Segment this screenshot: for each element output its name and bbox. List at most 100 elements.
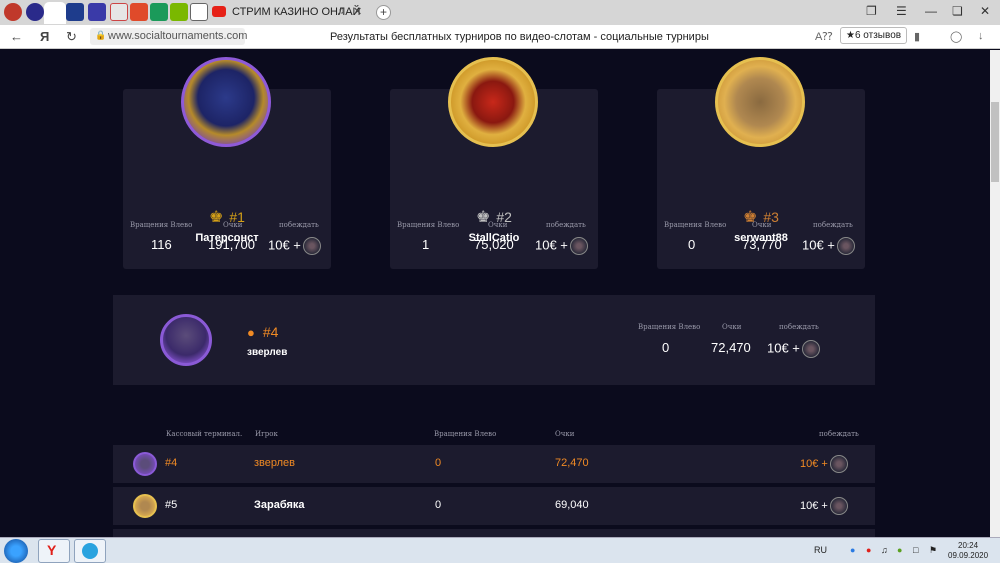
flag-icon[interactable]: ⚑	[929, 545, 937, 556]
prize-cell: 10€ +	[800, 455, 848, 473]
spins-label: Вращения Влево	[130, 221, 193, 229]
spins-value: 0	[662, 340, 670, 355]
reload-icon[interactable]: ↻	[66, 29, 77, 45]
player-avatar	[133, 494, 157, 518]
prize-value: 10€ +	[802, 237, 855, 255]
telegram-icon	[82, 543, 98, 559]
yandex-icon: Y	[47, 542, 57, 558]
points-value: 191,700	[208, 237, 255, 252]
minimize-icon[interactable]: —	[925, 4, 937, 18]
volume-icon[interactable]: ♫	[881, 545, 888, 555]
person-icon: ●	[247, 325, 255, 340]
rank-cell: #4	[165, 457, 178, 469]
bonus-icon	[829, 455, 848, 473]
wins-label: побеждать	[279, 221, 319, 229]
player-cell: Зарабяка	[254, 499, 305, 511]
clock-time: 20:24	[958, 541, 979, 550]
col-player: Игрок	[255, 430, 278, 438]
spins-label: Вращения Влево	[397, 221, 460, 229]
tab-favicon-2[interactable]	[26, 3, 44, 21]
tab-favicon-6[interactable]	[130, 3, 148, 21]
bookmark-icon[interactable]: ▮	[914, 30, 920, 43]
lock-icon: 🔒	[95, 30, 107, 40]
spins-cell: 0	[435, 457, 442, 469]
col-spins: Вращения Влево	[434, 430, 497, 438]
tray-icon-2[interactable]: ●	[866, 545, 871, 555]
points-label: Очки	[752, 221, 772, 229]
rank-label: ● #4	[247, 324, 279, 340]
clock-date: 09.09.2020	[948, 551, 989, 560]
browser-tab-bar: СТРИМ КАЗИНО ОНЛАЙ ♫ ✕ + ❐ ☰ — ❏ ✕	[0, 0, 1000, 25]
col-points: Очки	[555, 430, 575, 438]
tab-favicon-7[interactable]	[150, 3, 168, 21]
network-icon[interactable]: □	[913, 545, 918, 555]
reviews-button[interactable]: ★6 отзывов	[840, 27, 908, 44]
language-indicator[interactable]: RU	[814, 545, 827, 555]
points-value: 75,020	[474, 237, 514, 252]
address-bar: ← Я ↻ 🔒 www.socialtournaments.com Резуль…	[0, 25, 1000, 49]
crown-icon: ♚	[209, 209, 224, 226]
prize-value: 10€ +	[767, 340, 820, 358]
url-text: www.socialtournaments.com	[108, 30, 248, 42]
bonus-icon	[836, 237, 855, 255]
spins-cell: 0	[435, 499, 442, 511]
player-avatar	[160, 314, 212, 366]
tab-favicon-3[interactable]	[66, 3, 84, 21]
clock[interactable]: 20:24 09.09.2020	[948, 541, 988, 561]
restore-icon[interactable]: ❏	[952, 4, 963, 18]
spins-label: Вращения Влево	[638, 323, 701, 331]
points-cell: 72,470	[555, 457, 589, 469]
new-tab-button[interactable]: +	[376, 5, 391, 20]
start-button[interactable]	[4, 539, 28, 563]
back-icon[interactable]: ←	[10, 29, 23, 44]
yandex-icon[interactable]: Я	[40, 29, 49, 44]
tab-active[interactable]	[44, 2, 66, 24]
your-rank-panel: ● #4 зверлев Вращения Влево Очки побеждат…	[113, 295, 875, 385]
youtube-icon	[212, 6, 226, 17]
tray-icon-3[interactable]: ●	[897, 545, 902, 555]
spins-value: 0	[688, 237, 696, 252]
wins-label: побеждать	[779, 323, 819, 331]
table-row[interactable]: #5 Зарабяка 0 69,040 10€ +	[113, 487, 875, 525]
speaker-icon[interactable]: ♫	[337, 6, 345, 17]
tabs-icon[interactable]: ❐	[866, 4, 877, 18]
bonus-icon	[801, 340, 820, 358]
shield-icon[interactable]: ◯	[950, 30, 962, 43]
tab-favicon-9[interactable]	[190, 3, 208, 21]
yandex-browser-taskbar-button[interactable]: Y	[38, 539, 70, 563]
table-row[interactable]: #4 зверлев 0 72,470 10€ +	[113, 445, 875, 483]
player-cell: зверлев	[254, 457, 296, 469]
page-scrollbar[interactable]	[990, 50, 1000, 537]
page-title: Результаты бесплатных турниров по видео-…	[330, 31, 709, 43]
window-close-icon[interactable]: ✕	[980, 4, 990, 18]
table-row[interactable]	[113, 529, 875, 537]
url-field[interactable]: 🔒 www.socialtournaments.com	[90, 28, 248, 45]
col-wins: побеждать	[819, 430, 859, 438]
bonus-icon	[829, 497, 848, 515]
page-content: ♚ #1 Патерсонст ♚ #2 StallCatio ♚ #3 serwan…	[0, 50, 990, 537]
player-name: зверлев	[247, 347, 288, 358]
menu-icon[interactable]: ☰	[896, 4, 907, 18]
tray-icon-1[interactable]: ●	[850, 545, 855, 555]
tab-favicon-1[interactable]	[4, 3, 22, 21]
close-icon[interactable]: ✕	[353, 5, 362, 18]
points-value: 72,470	[711, 340, 751, 355]
translate-icon[interactable]: A⁇	[815, 30, 832, 43]
telegram-taskbar-button[interactable]	[74, 539, 106, 563]
col-terminal: Кассовый терминал.	[166, 430, 243, 438]
spins-value: 116	[151, 237, 172, 252]
player-avatar	[715, 57, 805, 147]
player-avatar	[133, 452, 157, 476]
tab-favicon-5[interactable]	[110, 3, 128, 21]
scroll-thumb[interactable]	[991, 102, 999, 182]
points-cell: 69,040	[555, 499, 589, 511]
prize-value: 10€ +	[268, 237, 321, 255]
points-label: Очки	[722, 323, 742, 331]
wins-label: побеждать	[546, 221, 586, 229]
player-avatar	[448, 57, 538, 147]
download-icon[interactable]: ↓	[978, 30, 984, 42]
tab-favicon-4[interactable]	[88, 3, 106, 21]
wins-label: побеждать	[813, 221, 853, 229]
tab-favicon-8[interactable]	[170, 3, 188, 21]
points-label: Очки	[488, 221, 508, 229]
